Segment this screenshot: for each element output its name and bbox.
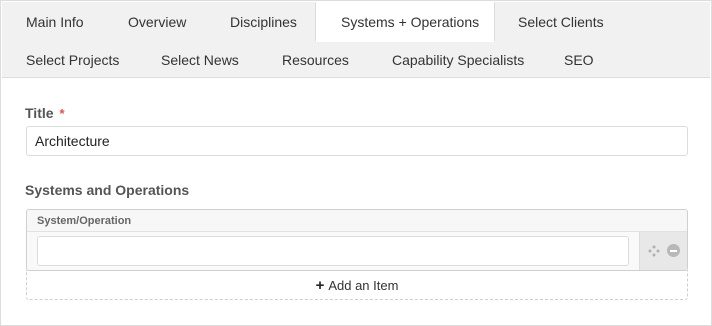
tab-overview[interactable]: Overview — [128, 14, 186, 30]
tab-resources[interactable]: Resources — [282, 52, 349, 68]
add-item-content: + Add an Item — [316, 277, 399, 294]
title-input[interactable] — [26, 126, 688, 156]
add-item-label: Add an Item — [328, 278, 399, 293]
required-marker: * — [59, 106, 65, 121]
tab-capability-specialists[interactable]: Capability Specialists — [392, 52, 524, 68]
tab-bar: Main Info Overview Disciplines Systems +… — [2, 2, 710, 78]
systems-field-label: Systems and Operations — [25, 182, 190, 198]
repeater-header: System/Operation — [27, 210, 687, 232]
editor-panel: Main Info Overview Disciplines Systems +… — [0, 0, 712, 326]
tab-select-clients[interactable]: Select Clients — [518, 14, 604, 30]
tab-seo[interactable]: SEO — [564, 52, 594, 68]
column-header-system-operation: System/Operation — [37, 215, 132, 227]
tab-main-info[interactable]: Main Info — [26, 14, 84, 30]
tab-systems-operations[interactable]: Systems + Operations — [315, 2, 495, 42]
title-field-label: Title * — [25, 105, 65, 121]
add-item-button[interactable]: + Add an Item — [26, 270, 688, 300]
tab-disciplines[interactable]: Disciplines — [230, 14, 297, 30]
plus-icon: + — [315, 277, 325, 294]
drag-handle-icon[interactable] — [648, 245, 660, 257]
row-actions — [639, 232, 687, 270]
system-operation-input[interactable] — [37, 236, 629, 266]
tab-select-news[interactable]: Select News — [161, 52, 239, 68]
tab-select-projects[interactable]: Select Projects — [26, 52, 119, 68]
remove-row-icon[interactable] — [667, 244, 680, 257]
systems-repeater-table: System/Operation — [26, 209, 688, 271]
title-label-text: Title — [25, 105, 54, 121]
repeater-row — [27, 232, 687, 270]
